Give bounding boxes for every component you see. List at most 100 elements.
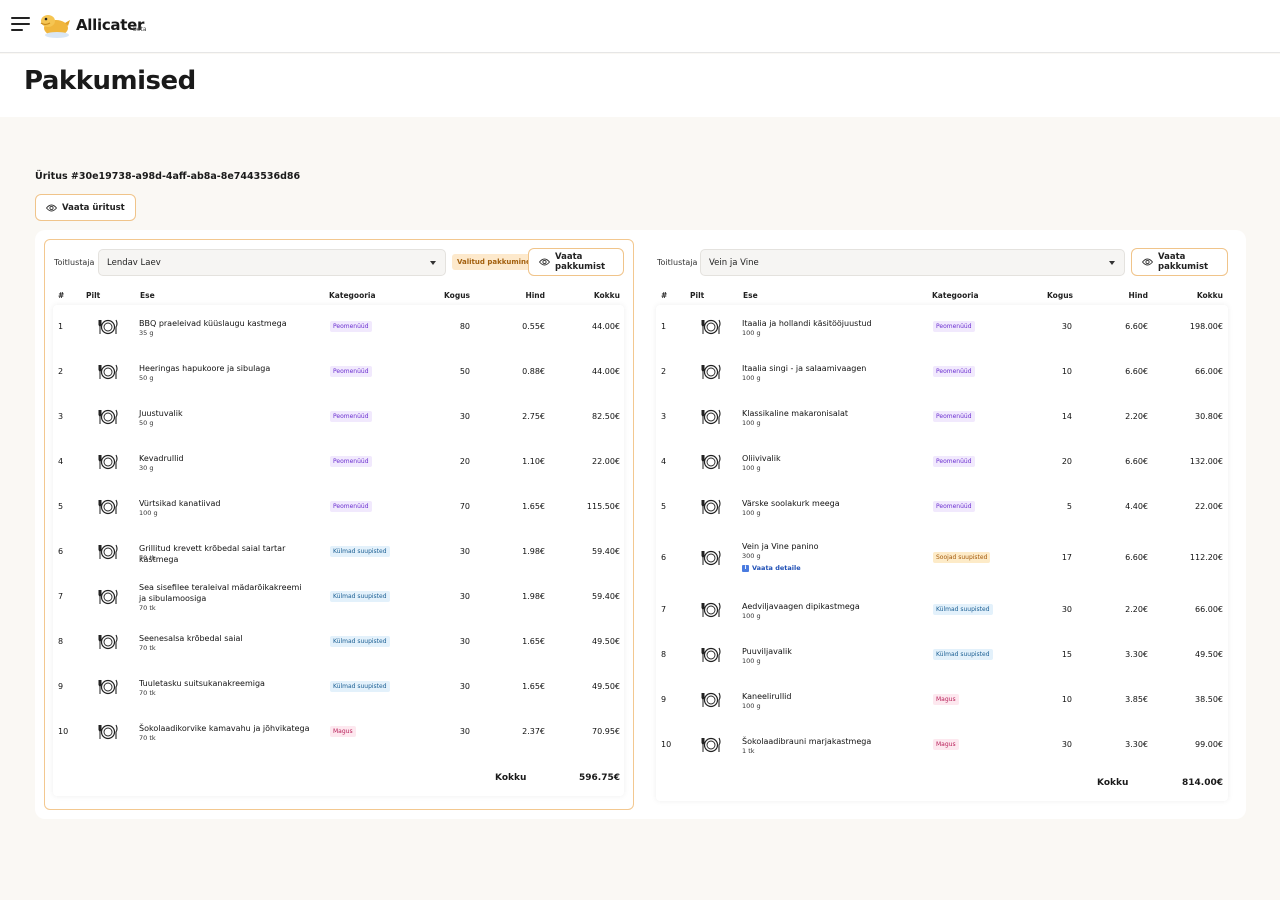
plate-cutlery-icon <box>700 363 722 381</box>
caterer-select[interactable]: Vein ja Vine <box>700 249 1125 276</box>
row-number: 3 <box>661 412 667 421</box>
item-total: 66.00€ <box>1195 367 1223 376</box>
item-total: 22.00€ <box>592 457 620 466</box>
row-number: 8 <box>661 650 667 659</box>
info-icon: i <box>742 564 749 572</box>
item-total: 66.00€ <box>1195 605 1223 614</box>
column-header-num: # <box>661 291 668 300</box>
plate-cutlery-icon <box>700 601 722 619</box>
item-quantity: 80 <box>459 322 470 331</box>
item-total: 70.95€ <box>592 727 620 736</box>
item-quantity: 30 <box>459 547 470 556</box>
item-total: 49.50€ <box>1195 650 1223 659</box>
plate-cutlery-icon <box>97 588 119 606</box>
item-total: 198.00€ <box>1189 322 1223 331</box>
view-event-label: Vaata üritust <box>62 202 125 213</box>
row-number: 1 <box>661 322 667 331</box>
item-price: 1.98€ <box>522 547 545 556</box>
category-badge: Peomenüüd <box>330 366 372 377</box>
item-quantity: 30 <box>459 682 470 691</box>
item-total: 44.00€ <box>592 367 620 376</box>
item-amount: 100 g <box>742 329 761 337</box>
view-offer-button[interactable]: Vaata pakkumist <box>1131 248 1228 276</box>
item-amount: 100 g <box>742 374 761 382</box>
category-badge: Külmad suupisted <box>933 649 993 660</box>
item-amount: 70 tk <box>139 734 156 742</box>
view-offer-button[interactable]: Vaata pakkumist <box>528 248 624 276</box>
item-amount: 100 g <box>742 612 761 620</box>
row-number: 6 <box>661 553 667 562</box>
row-number: 7 <box>58 592 64 601</box>
item-quantity: 70 <box>459 502 470 511</box>
column-header-price: Hind <box>525 291 545 300</box>
menu-icon[interactable] <box>11 17 30 31</box>
item-quantity: 17 <box>1061 553 1072 562</box>
item-amount: 100 g <box>742 509 761 517</box>
offer-total-value: 814.00€ <box>1182 778 1223 788</box>
item-name: Itaalia singi - ja salaamivaagen <box>742 364 867 373</box>
item-total: 30.80€ <box>1195 412 1223 421</box>
view-details-link[interactable]: i Vaata detaile <box>742 564 801 572</box>
view-offer-label: Vaata pakkumist <box>555 252 606 272</box>
item-price: 0.88€ <box>522 367 545 376</box>
item-price: 1.65€ <box>522 682 545 691</box>
item-name: Sea sisefilee teraleival mädarõikakreemi… <box>139 583 302 603</box>
category-badge: Külmad suupisted <box>330 636 390 647</box>
category-badge: Külmad suupisted <box>330 546 390 557</box>
caterer-label: Toitlustaja <box>54 258 95 267</box>
item-price: 2.20€ <box>1125 412 1148 421</box>
logo-icon <box>40 15 70 38</box>
item-amount: 70 tk <box>139 689 156 697</box>
row-number: 2 <box>661 367 667 376</box>
plate-cutlery-icon <box>700 736 722 754</box>
item-name: Klassikaline makaronisalat <box>742 409 849 418</box>
item-total: 49.50€ <box>592 682 620 691</box>
plate-cutlery-icon <box>700 408 722 426</box>
column-header-qty: Kogus <box>444 291 471 300</box>
event-id: Üritus #30e19738-a98d-4aff-ab8a-8e744353… <box>35 171 301 182</box>
top-bar: Allicater beta <box>0 0 1280 53</box>
category-badge: Peomenüüd <box>933 321 975 332</box>
caterer-select-value: Lendav Laev <box>107 257 161 268</box>
category-badge: Peomenüüd <box>330 501 372 512</box>
plate-cutlery-icon <box>700 498 722 516</box>
item-name: Tuuletasku suitsukanakreemiga <box>139 679 265 688</box>
item-price: 2.75€ <box>522 412 545 421</box>
item-amount: 100 g <box>139 509 158 517</box>
category-badge: Peomenüüd <box>330 321 372 332</box>
item-price: 1.98€ <box>522 592 545 601</box>
item-total: 115.50€ <box>586 502 620 511</box>
row-number: 5 <box>661 502 667 511</box>
item-price: 6.60€ <box>1125 322 1148 331</box>
item-price: 2.20€ <box>1125 605 1148 614</box>
item-name: Juustuvalik <box>139 409 183 418</box>
row-number: 4 <box>661 457 667 466</box>
item-amount: 1 tk <box>742 747 755 755</box>
item-name: Grillitud krevett krõbedal saial tartar … <box>139 544 286 564</box>
column-header-image: Pilt <box>690 291 705 300</box>
item-price: 6.60€ <box>1125 553 1148 562</box>
item-total: 49.50€ <box>592 637 620 646</box>
item-quantity: 30 <box>459 637 470 646</box>
item-total: 59.40€ <box>592 592 620 601</box>
caterer-select[interactable]: Lendav Laev <box>98 249 446 276</box>
view-event-button[interactable]: Vaata üritust <box>35 194 136 221</box>
chevron-down-icon <box>430 261 436 265</box>
category-badge: Peomenüüd <box>933 411 975 422</box>
column-header-image: Pilt <box>86 291 101 300</box>
row-number: 5 <box>58 502 64 511</box>
plate-cutlery-icon <box>700 318 722 336</box>
item-name: Värske soolakurk meega <box>742 499 840 508</box>
category-badge: Peomenüüd <box>933 366 975 377</box>
item-quantity: 10 <box>1061 367 1072 376</box>
item-name: Šokolaadibrauni marjakastmega <box>742 737 872 746</box>
item-total: 22.00€ <box>1195 502 1223 511</box>
category-badge: Magus <box>933 694 959 705</box>
item-total: 112.20€ <box>1189 553 1223 562</box>
item-quantity: 30 <box>1061 740 1072 749</box>
item-name: Oliivivalik <box>742 454 781 463</box>
item-total: 82.50€ <box>592 412 620 421</box>
row-number: 9 <box>58 682 64 691</box>
item-name: BBQ praeleivad küüslaugu kastmega <box>139 319 287 328</box>
item-total: 132.00€ <box>1189 457 1223 466</box>
